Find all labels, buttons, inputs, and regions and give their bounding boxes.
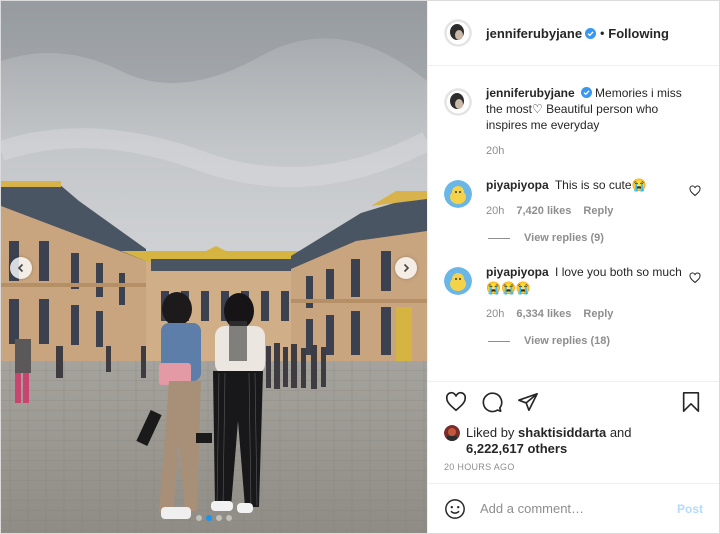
palace-photo	[1, 1, 427, 533]
caption-time: 20h	[486, 145, 505, 157]
save-button[interactable]	[679, 390, 703, 414]
caption: jenniferubyjane Memories i miss the most…	[444, 85, 703, 157]
verified-badge-icon	[580, 87, 592, 98]
post-comment-button[interactable]: Post	[677, 502, 703, 516]
like-button[interactable]	[444, 390, 468, 414]
carousel-dots	[1, 515, 427, 521]
post-photo[interactable]	[1, 1, 427, 533]
comment-item: piyapiyopa This is so cute😭 20h 7,420 li…	[444, 177, 703, 217]
author-avatar[interactable]	[444, 19, 472, 47]
header-separator: •	[600, 26, 605, 40]
liked-by-user[interactable]: shaktisiddarta	[518, 425, 606, 440]
carousel-prev-button[interactable]	[10, 257, 32, 279]
carousel-dot-active	[206, 515, 212, 521]
bookmark-icon	[682, 392, 700, 412]
comment-username[interactable]: piyapiyopa	[486, 265, 549, 279]
caption-username[interactable]: jenniferubyjane	[486, 86, 575, 100]
author-username[interactable]: jenniferubyjane	[486, 26, 582, 41]
carousel-dot	[196, 515, 202, 521]
comment-item: piyapiyopa I love you both so much😭😭😭 20…	[444, 264, 703, 320]
comment-username[interactable]: piyapiyopa	[486, 178, 549, 192]
commenter-avatar[interactable]	[444, 267, 472, 295]
heart-outline-icon[interactable]	[689, 272, 701, 284]
add-comment-bar: Post	[428, 483, 719, 533]
view-replies-label: View replies (18)	[524, 335, 611, 347]
verified-badge-icon	[585, 27, 597, 39]
view-replies-button[interactable]: View replies (9)	[488, 232, 703, 244]
comment-time: 20h	[486, 308, 505, 320]
emoji-icon[interactable]	[444, 498, 466, 520]
comment-likes[interactable]: 7,420 likes	[516, 205, 571, 217]
post-timestamp[interactable]: 20 HOURS AGO	[444, 462, 703, 472]
following-button[interactable]: Following	[608, 26, 669, 41]
likes-text: Liked by shaktisiddarta and 6,222,617 ot…	[466, 425, 632, 457]
chevron-left-icon	[17, 263, 24, 273]
view-replies-button[interactable]: View replies (18)	[488, 335, 703, 347]
comment-content: This is so cute😭	[554, 178, 647, 192]
liked-by-and: and	[609, 425, 632, 440]
author-avatar[interactable]	[444, 88, 472, 116]
comment-text: piyapiyopa I love you both so much😭😭😭	[486, 264, 686, 296]
commenter-avatar[interactable]	[444, 180, 472, 208]
caption-body: jenniferubyjane Memories i miss the most…	[486, 85, 686, 157]
comment-icon	[482, 392, 503, 413]
comment-text: piyapiyopa This is so cute😭	[486, 177, 686, 193]
post-actions: Liked by shaktisiddarta and 6,222,617 ot…	[428, 381, 719, 483]
post-header: jenniferubyjane • Following	[428, 1, 719, 66]
post-side-panel: jenniferubyjane • Following jenniferubyj…	[427, 1, 719, 533]
caption-meta: 20h	[486, 145, 686, 157]
comment-meta: 20h 6,334 likes Reply	[486, 308, 686, 320]
comment-time: 20h	[486, 205, 505, 217]
comment-body: piyapiyopa This is so cute😭 20h 7,420 li…	[486, 177, 686, 217]
comment-body: piyapiyopa I love you both so much😭😭😭 20…	[486, 264, 686, 320]
liker-avatar[interactable]	[444, 425, 460, 441]
action-row	[444, 390, 703, 414]
comments-list[interactable]: jenniferubyjane Memories i miss the most…	[428, 66, 719, 381]
reply-button[interactable]: Reply	[583, 205, 613, 217]
comment-input[interactable]	[480, 501, 677, 516]
comment-likes[interactable]: 6,334 likes	[516, 308, 571, 320]
replies-divider	[488, 340, 510, 342]
heart-outline-icon	[445, 391, 467, 412]
likes-summary: Liked by shaktisiddarta and 6,222,617 ot…	[444, 425, 703, 457]
share-button[interactable]	[516, 390, 540, 414]
caption-text: jenniferubyjane Memories i miss the most…	[486, 85, 686, 133]
others-count[interactable]: 6,222,617 others	[466, 441, 567, 456]
comment-meta: 20h 7,420 likes Reply	[486, 205, 686, 217]
post-modal: jenniferubyjane • Following jenniferubyj…	[0, 0, 720, 534]
comment-button[interactable]	[480, 390, 504, 414]
chevron-right-icon	[403, 263, 410, 273]
replies-divider	[488, 237, 510, 239]
liked-by-prefix: Liked by	[466, 425, 515, 440]
reply-button[interactable]: Reply	[583, 308, 613, 320]
share-icon	[518, 392, 538, 412]
carousel-dot	[216, 515, 222, 521]
view-replies-label: View replies (9)	[524, 232, 604, 244]
heart-outline-icon[interactable]	[689, 185, 701, 197]
carousel-next-button[interactable]	[395, 257, 417, 279]
carousel-dot	[226, 515, 232, 521]
